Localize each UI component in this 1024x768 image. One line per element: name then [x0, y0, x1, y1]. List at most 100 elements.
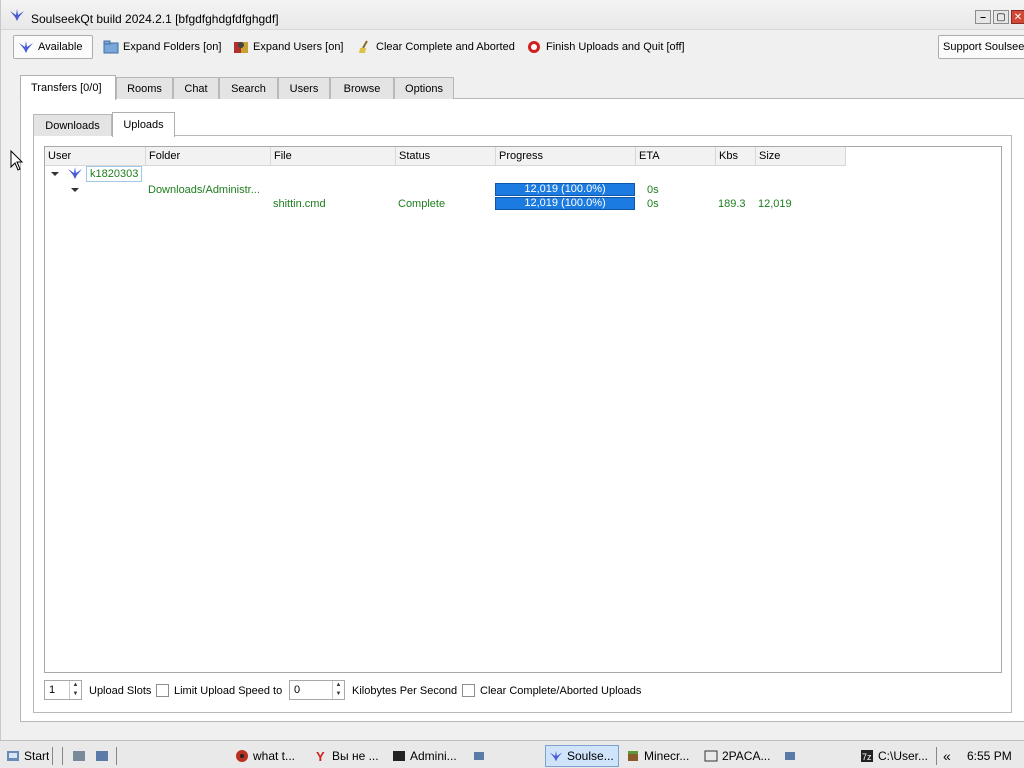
column-progress[interactable]: Progress — [496, 147, 636, 166]
tab-uploads[interactable]: Uploads — [112, 112, 175, 137]
limit-speed-checkbox[interactable] — [156, 684, 169, 697]
column-file[interactable]: File — [271, 147, 396, 166]
upload-slots-value: 1 — [49, 684, 56, 696]
collapse-arrow-icon[interactable] — [51, 172, 59, 176]
app-icon[interactable] — [472, 749, 486, 763]
tab-transfers[interactable]: Transfers [0/0] — [20, 75, 116, 100]
toolbar: Available Expand Folders [on] Expand Use… — [1, 33, 1024, 61]
expand-folders-button[interactable]: Expand Folders [on] — [99, 35, 225, 59]
tab-downloads[interactable]: Downloads — [33, 114, 112, 136]
taskbar-item-explorer[interactable]: 7z C:\User... — [860, 745, 932, 767]
expand-users-label: Expand Users [on] — [253, 41, 344, 53]
taskbar-item-label: 2PACA... — [722, 749, 771, 763]
speed-limit-spinbox[interactable]: 0 ▲ ▼ — [289, 680, 345, 700]
mouse-cursor-icon — [10, 150, 24, 171]
folder-name[interactable]: Downloads/Administr... — [148, 184, 260, 197]
upload-slots-spinbox[interactable]: 1 ▲ ▼ — [44, 680, 82, 700]
start-label: Start — [24, 749, 50, 763]
soulseek-bird-icon — [19, 41, 33, 53]
svg-text:Y: Y — [316, 749, 325, 763]
table-header: User Folder File Status Progress ETA Kbs… — [45, 147, 846, 166]
taskbar-separator — [62, 747, 63, 765]
folder-eta: 0s — [647, 184, 659, 196]
collapse-arrow-icon[interactable] — [71, 188, 79, 192]
support-button[interactable]: Support Soulseek — [938, 35, 1024, 59]
file-kbs: 189.3 — [718, 198, 746, 210]
expand-users-button[interactable]: Expand Users [on] — [229, 35, 348, 59]
app-icon[interactable] — [783, 749, 797, 763]
window-icon — [704, 750, 718, 762]
tab-search[interactable]: Search — [219, 77, 278, 99]
column-size[interactable]: Size — [756, 147, 846, 166]
taskbar-separator — [116, 747, 117, 765]
column-kbs[interactable]: Kbs — [716, 147, 756, 166]
minecraft-icon — [628, 751, 638, 761]
7zip-icon: 7z — [861, 750, 873, 762]
clear-uploads-label: Clear Complete/Aborted Uploads — [480, 685, 642, 697]
file-size: 12,019 — [758, 198, 792, 210]
available-button[interactable]: Available — [13, 35, 93, 59]
kbps-label: Kilobytes Per Second — [352, 685, 458, 697]
support-label: Support Soulseek — [943, 41, 1024, 53]
soulseek-bird-icon — [68, 167, 82, 179]
tab-users[interactable]: Users — [278, 77, 330, 99]
taskbar-item-minecraft[interactable]: Minecr... — [626, 745, 701, 767]
file-progress-bar: 12,019 (100.0%) — [495, 197, 635, 210]
taskbar: Start what t... Y Вы не ... Admini... So… — [0, 740, 1024, 768]
clear-complete-label: Clear Complete and Aborted — [376, 41, 515, 53]
file-status: Complete — [398, 198, 446, 210]
browser-icon — [236, 750, 248, 762]
tab-options[interactable]: Options — [394, 77, 454, 99]
taskbar-item-soulseek[interactable]: Soulse... — [545, 745, 619, 767]
available-label: Available — [38, 41, 83, 53]
maximize-button[interactable]: ▢ — [993, 10, 1009, 24]
clock: 6:55 PM — [967, 749, 1012, 763]
taskbar-item-2paca[interactable]: 2PACA... — [704, 745, 779, 767]
yandex-icon: Y — [316, 749, 325, 763]
finish-uploads-button[interactable]: Finish Uploads and Quit [off] — [522, 35, 689, 59]
main-tab-bar: Transfers [0/0] Rooms Chat Search Users … — [20, 75, 454, 100]
limit-speed-label: Limit Upload Speed to — [174, 685, 283, 697]
column-eta[interactable]: ETA — [636, 147, 716, 166]
console-icon — [393, 751, 405, 761]
quicklaunch-icon[interactable] — [95, 749, 109, 763]
close-button[interactable]: ✕ — [1011, 10, 1024, 24]
column-user[interactable]: User — [45, 147, 146, 166]
title-bar: SoulseekQt build 2024.2.1 [bfgdfghdgfdfg… — [1, 0, 1024, 30]
file-eta: 0s — [647, 198, 659, 210]
minimize-button[interactable]: – — [975, 10, 991, 24]
spin-arrows-icon[interactable]: ▲ ▼ — [69, 681, 81, 699]
window-controls: – ▢ ✕ — [975, 10, 1024, 24]
column-status[interactable]: Status — [396, 147, 496, 166]
taskbar-separator — [936, 747, 937, 765]
folder-icon — [103, 40, 119, 54]
finish-uploads-label: Finish Uploads and Quit [off] — [546, 41, 685, 53]
clear-complete-button[interactable]: Clear Complete and Aborted — [352, 35, 519, 59]
user-name[interactable]: k1820303 — [86, 166, 143, 182]
start-icon — [7, 751, 19, 761]
tab-chat[interactable]: Chat — [173, 77, 219, 99]
folder-progress-bar: 12,019 (100.0%) — [495, 183, 635, 196]
spin-arrows-icon[interactable]: ▲ ▼ — [332, 681, 344, 699]
broom-icon — [359, 40, 368, 53]
taskbar-item-yandex[interactable]: Y Вы не ... — [314, 745, 389, 767]
tray-expand-button[interactable]: « — [943, 745, 951, 767]
file-name[interactable]: shittin.cmd — [273, 198, 326, 211]
upload-slots-label: Upload Slots — [89, 685, 152, 697]
users-icon — [234, 42, 248, 53]
taskbar-item-browser[interactable]: what t... — [235, 745, 310, 767]
tab-browse[interactable]: Browse — [330, 77, 394, 99]
upload-settings: 1 ▲ ▼ Upload Slots Limit Upload Speed to … — [44, 680, 1004, 702]
stop-icon — [528, 41, 540, 53]
sub-tab-bar: Downloads Uploads — [33, 112, 175, 137]
start-button[interactable]: Start — [6, 745, 49, 767]
taskbar-item-cmd[interactable]: Admini... — [392, 745, 472, 767]
uploads-tree[interactable]: User Folder File Status Progress ETA Kbs… — [44, 146, 1002, 673]
clear-uploads-checkbox[interactable] — [462, 684, 475, 697]
window-title: SoulseekQt build 2024.2.1 [bfgdfghdgfdfg… — [31, 12, 279, 26]
taskbar-item-label: Soulse... — [567, 749, 614, 763]
show-desktop-icon[interactable] — [72, 749, 86, 763]
app-window: SoulseekQt build 2024.2.1 [bfgdfghdgfdfg… — [0, 0, 1024, 740]
tab-rooms[interactable]: Rooms — [116, 77, 173, 99]
column-folder[interactable]: Folder — [146, 147, 271, 166]
